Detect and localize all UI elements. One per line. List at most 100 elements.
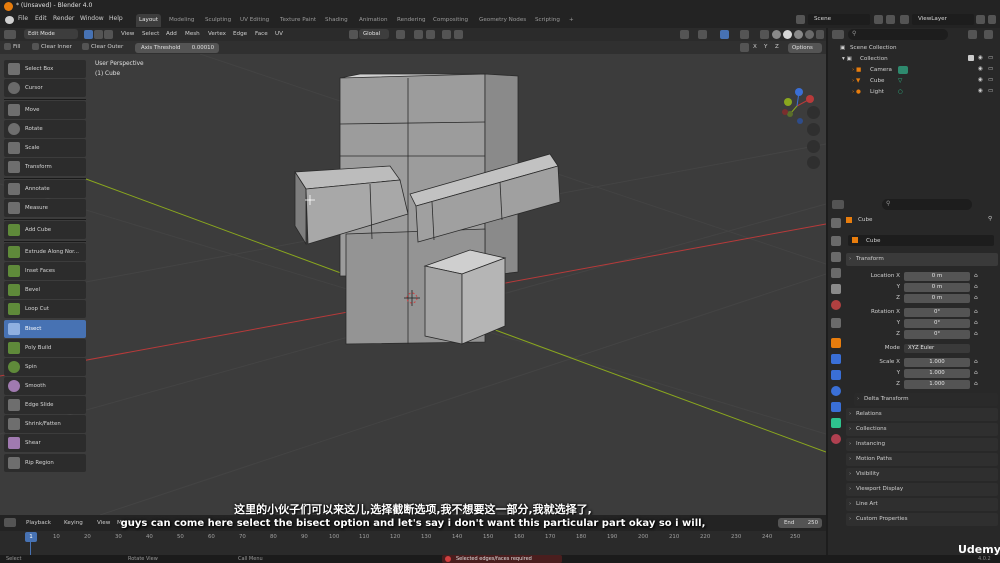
face-select-icon[interactable] [104,30,113,39]
editor-type-icon[interactable] [4,30,16,39]
delete-scene-button[interactable] [886,15,895,24]
scene-collection-label[interactable]: Scene Collection [850,45,897,51]
cube-mesh[interactable] [294,73,561,345]
view-layer-tab-icon[interactable] [831,268,841,278]
tab-scripting[interactable]: Scripting [532,14,563,27]
delta-transform-header[interactable]: Delta Transform [854,393,998,406]
tool-loop-cut[interactable]: Loop Cut [4,300,86,318]
scene-canvas[interactable] [0,54,826,515]
lock-icon[interactable]: ⌂ [974,359,978,365]
tool-scale[interactable]: Scale [4,139,86,157]
mirror-axis-x[interactable]: X [753,44,757,50]
mesh-edit-overlay-icon[interactable] [740,30,749,39]
collection-tab-icon[interactable] [831,318,841,328]
output-tab-icon[interactable] [831,252,841,262]
camera-data-icon[interactable] [898,66,908,74]
menu-file[interactable]: File [18,15,28,22]
proportional-edit-icon[interactable] [442,30,451,39]
vp-menu-select[interactable]: Select [142,31,159,37]
material-shading-icon[interactable] [794,30,803,39]
vp-menu-edge[interactable]: Edge [233,31,247,37]
tab-modeling[interactable]: Modeling [166,14,197,27]
motion-paths-panel-header[interactable]: Motion Paths [846,453,998,466]
lock-icon[interactable]: ⌂ [974,320,978,326]
pan-hand-icon[interactable] [807,123,820,136]
vp-menu-add[interactable]: Add [166,31,177,37]
gizmo-icon[interactable] [698,30,707,39]
tab-shading[interactable]: Shading [322,14,351,27]
tool-edge-slide[interactable]: Edge Slide [4,396,86,414]
outliner-editor-type-icon[interactable] [832,30,844,39]
menu-edit[interactable]: Edit [35,15,47,22]
cube-render-icon[interactable]: ▭ [988,77,993,83]
scale-z-field[interactable]: 1.000 [904,380,970,389]
new-view-layer-button[interactable] [976,15,985,24]
tool-rip-region[interactable]: Rip Region [4,454,86,472]
transform-panel-header[interactable]: Transform [846,253,998,266]
scale-x-field[interactable]: 1.000 [904,358,970,367]
rotation-mode-dropdown[interactable]: XYZ Euler [904,344,970,353]
lock-icon[interactable]: ⌂ [974,381,978,387]
rendered-shading-icon[interactable] [805,30,814,39]
light-render-icon[interactable]: ▭ [988,88,993,94]
snap-icon[interactable] [414,30,423,39]
tool-shear[interactable]: Shear [4,434,86,452]
mirror-icon[interactable] [740,43,749,52]
gizmo-x-icon[interactable] [806,95,814,103]
object-tab-icon[interactable] [831,338,841,348]
lock-icon[interactable]: ⌂ [974,331,978,337]
outliner-item-light[interactable]: Light [870,89,884,95]
overlays-icon[interactable] [720,30,729,39]
pivot-point-icon[interactable] [396,30,405,39]
current-frame-indicator[interactable]: 1 [25,532,37,542]
vp-menu-view[interactable]: View [121,31,134,37]
delete-view-layer-button[interactable] [988,15,996,24]
viewport-display-panel-header[interactable]: Viewport Display [846,483,998,496]
lock-icon[interactable]: ⌂ [974,273,978,279]
render-tab-icon[interactable] [831,236,841,246]
vp-menu-mesh[interactable]: Mesh [185,31,200,37]
tool-transform[interactable]: Transform [4,158,86,176]
mirror-axis-y[interactable]: Y [764,44,767,50]
view-layer-selector[interactable]: ViewLayer [912,14,974,25]
custom-properties-panel-header[interactable]: Custom Properties [846,513,998,526]
scene-selector[interactable]: Scene [808,14,870,25]
rotation-y-field[interactable]: 0° [904,319,970,328]
location-x-field[interactable]: 0 m [904,272,970,281]
camera-render-icon[interactable]: ▭ [988,66,993,72]
tab-animation[interactable]: Animation [356,14,391,27]
solid-shading-icon[interactable] [783,30,792,39]
tool-spin[interactable]: Spin [4,358,86,376]
tool-tab-icon[interactable] [831,218,841,228]
particles-tab-icon[interactable] [831,370,841,380]
scene-tab-icon[interactable] [831,284,841,294]
tool-move[interactable]: Move [4,101,86,119]
tab-sculpting[interactable]: Sculpting [202,14,234,27]
tool-cursor[interactable]: Cursor [4,79,86,97]
perspective-toggle-icon[interactable] [807,156,820,169]
tool-add-cube[interactable]: Add Cube [4,221,86,239]
lock-icon[interactable]: ⌂ [974,284,978,290]
tab-texture-paint[interactable]: Texture Paint [277,14,319,27]
lock-icon[interactable]: ⌂ [974,370,978,376]
line-art-panel-header[interactable]: Line Art [846,498,998,511]
lock-icon[interactable]: ⌂ [974,309,978,315]
properties-editor-type-icon[interactable] [832,200,844,209]
add-workspace-button[interactable]: + [566,14,577,27]
tool-select-box[interactable]: Select Box [4,60,86,78]
physics-tab-icon[interactable] [831,386,841,396]
tool-poly-build[interactable]: Poly Build [4,339,86,357]
object-name[interactable]: Cube [858,217,872,223]
camera-view-icon[interactable] [807,140,820,153]
rotation-x-field[interactable]: 0° [904,308,970,317]
collections-panel-header[interactable]: Collections [846,423,998,436]
scene-icon[interactable] [796,15,805,24]
outliner-search-input[interactable] [848,29,948,40]
tab-uv-editing[interactable]: UV Editing [237,14,272,27]
tool-annotate[interactable]: Annotate [4,180,86,198]
collection-visibility-icon[interactable]: ◉ [978,55,983,61]
relations-panel-header[interactable]: Relations [846,408,998,421]
new-scene-button[interactable] [874,15,883,24]
vp-menu-face[interactable]: Face [255,31,268,37]
tool-bevel[interactable]: Bevel [4,281,86,299]
